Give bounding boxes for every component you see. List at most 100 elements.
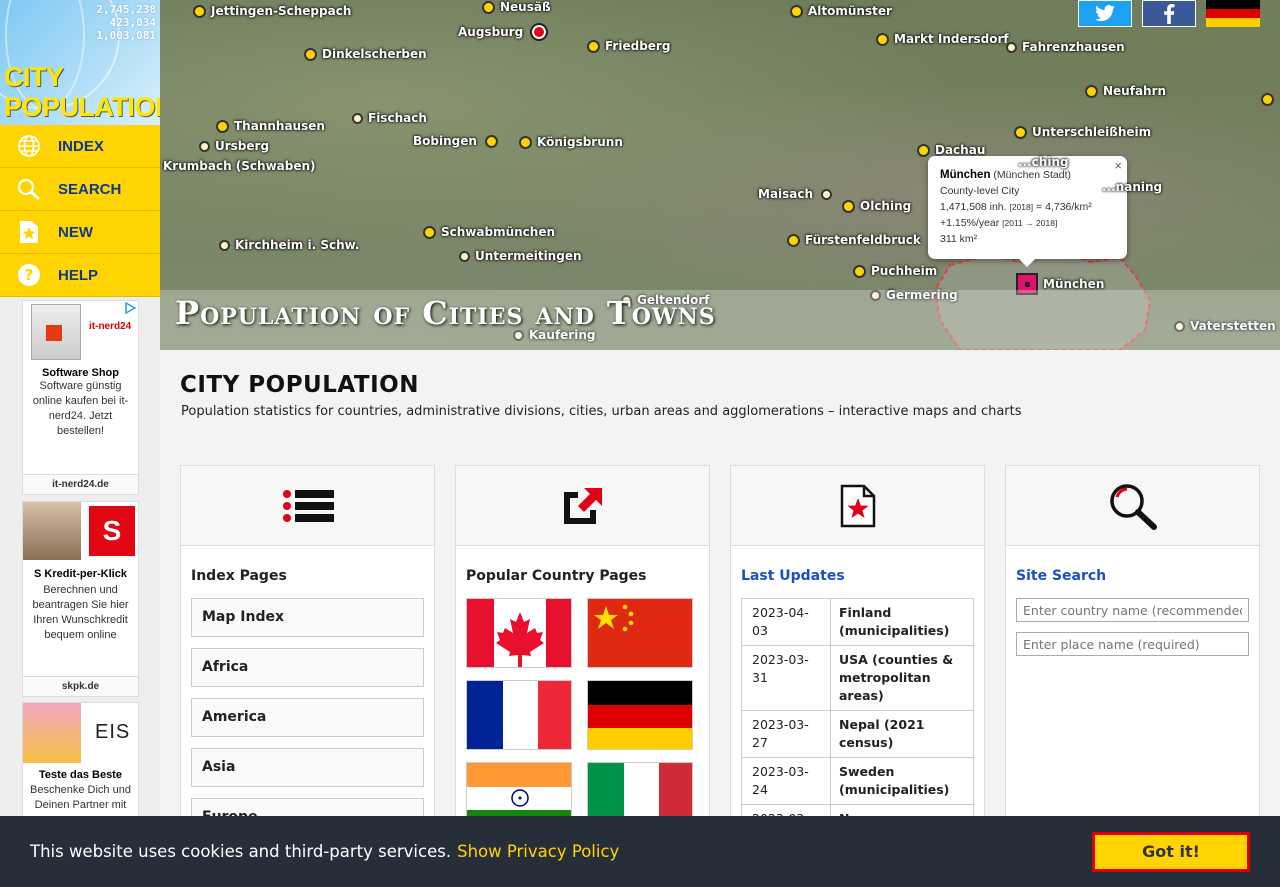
site-title: CITY POPULATION [180,372,419,398]
close-icon[interactable]: × [1114,158,1122,174]
index-link-america[interactable]: America [191,698,424,737]
map-place-marker[interactable]: Unterschleißheim [1014,125,1151,139]
logo-title-line2: POPULATION [4,92,160,122]
map-place-marker[interactable]: Puchheim [853,264,937,278]
city-marker-icon [530,23,549,41]
table-row[interactable]: 2023-03-27 Nepal (2021 census) [741,710,974,758]
map-place-marker[interactable]: Untermeitingen [459,249,582,263]
table-row[interactable]: 2023-03-24 Sweden (municipalities) [741,757,974,805]
map-place-label: München [1043,277,1105,291]
flag-germany[interactable] [587,680,693,750]
update-country[interactable]: Sweden (municipalities) [830,757,974,805]
flag-canada[interactable] [466,598,572,668]
map-place-label: Thannhausen [234,119,325,133]
logo-number: 2,745,238 [96,3,156,16]
map-place-marker[interactable]: Neufahrn [1085,84,1166,98]
map-place-marker[interactable]: Friedberg [587,39,670,53]
map-place-label: Schwabmünchen [441,225,555,239]
popup-density: = 4,736/km² [1036,201,1092,213]
map-place-marker[interactable]: Kirchheim i. Schw. [219,238,360,252]
map-place-marker[interactable]: Fischach [352,111,427,125]
ad-eis[interactable]: EIS Teste das Beste Beschenke Dich und D… [22,702,139,816]
map-place-label: Altomünster [808,4,892,18]
question-icon: ? [0,263,58,287]
nav-item-new[interactable]: NEW [0,211,160,254]
flag-china[interactable] [587,598,693,668]
map-place-label: Kirchheim i. Schw. [235,238,360,252]
popup-area: 311 km² [940,233,978,245]
map-place-marker[interactable]: Fürstenfeldbruck [787,233,921,247]
map-place-label: Ursberg [215,139,270,153]
map-place-label: Olching [860,199,912,213]
map-place-marker[interactable]: ...naning [1102,180,1162,194]
card-header[interactable] [731,466,984,546]
language-german-button[interactable] [1206,0,1260,27]
ad-kredit[interactable]: S S Kredit-per-Klick Berechnen und beant… [22,501,139,697]
index-link-map-index[interactable]: Map Index [191,598,424,637]
card-header[interactable] [181,466,434,546]
twitter-button[interactable] [1078,0,1132,27]
ad-software-shop[interactable]: it-nerd24 Software Shop Software günstig… [22,300,139,495]
ad-image: EIS [23,703,138,763]
place-dot-icon [790,4,803,18]
logo-number: 1,003,081 [96,29,156,42]
map-place-label: Maisach [758,187,814,201]
map-place-marker[interactable]: Fahrenzhausen [1006,40,1125,54]
facebook-button[interactable] [1142,0,1196,27]
index-link-asia[interactable]: Asia [191,748,424,787]
map-place-marker[interactable]: Olching [842,199,911,213]
flag-france[interactable] [466,680,572,750]
nav-item-label: NEW [58,223,93,241]
index-link-africa[interactable]: Africa [191,648,424,687]
map-place-label: Fischach [368,111,427,125]
nav-item-search[interactable]: SEARCH [0,168,160,211]
country-search-input[interactable] [1016,598,1249,622]
map-place-marker[interactable]: Krumbach (Schwaben) [163,159,316,173]
cookie-accept-button[interactable]: Got it! [1092,832,1250,872]
card-popular-countries: Popular Country Pages [455,465,710,845]
map-place-marker[interactable]: Königsbrunn [519,135,623,149]
nav-item-help[interactable]: ? HELP [0,254,160,297]
place-dot-icon [482,0,495,14]
map-place-marker[interactable]: Ursberg [199,139,269,153]
privacy-policy-link[interactable]: Show Privacy Policy [457,842,619,861]
map-place-marker[interactable]: Dachau [917,143,985,157]
place-dot-icon [219,239,230,251]
update-date: 2023-04-03 [741,598,831,646]
map-place-label: Krumbach (Schwaben) [163,159,316,173]
facebook-icon [1164,3,1175,24]
place-search-input[interactable] [1016,632,1249,656]
map-place-marker[interactable]: ...ching [1018,155,1069,169]
card-heading-link[interactable]: Last Updates [741,568,974,584]
map-place-marker[interactable]: Neusäß [482,0,551,14]
ad-text: Berechnen und beantragen Sie hier Ihren … [32,584,129,641]
ad-choices-icon[interactable] [124,301,137,315]
card-header[interactable] [1006,466,1259,546]
ad-domain: skpk.de [23,676,138,696]
map-place-marker[interactable]: Bobingen [413,134,503,148]
map-place-marker[interactable]: Maisach [758,187,837,201]
map-place-marker[interactable]: Markt Indersdorf [876,32,1009,46]
map-place-marker[interactable] [1261,93,1279,106]
nav-item-index[interactable]: INDEX [0,125,160,168]
card-heading-link[interactable]: Site Search [1016,568,1249,584]
place-dot-icon [787,233,800,247]
update-country[interactable]: Nepal (2021 census) [830,710,974,758]
map-place-marker[interactable]: Dinkelscherben [304,47,427,61]
map-place-marker[interactable]: Augsburg [458,23,553,41]
map-place-marker[interactable]: Jettingen-Scheppach [193,4,351,18]
update-date: 2023-03-24 [741,757,831,805]
table-row[interactable]: 2023-03-31 USA (counties & metropolitan a… [741,645,974,711]
place-dot-icon [1085,84,1098,98]
eis-logo: EIS [95,721,131,743]
update-country[interactable]: USA (counties & metropolitan areas) [830,645,974,711]
map-place-label: Untermeitingen [475,249,582,263]
site-logo[interactable]: 2,745,238 423,034 1,003,081 CITY POPULAT… [0,0,160,125]
map-place-marker[interactable]: Schwabmünchen [423,225,555,239]
update-country[interactable]: Finland (municipalities) [830,598,974,646]
map-place-marker[interactable]: Thannhausen [216,119,325,133]
table-row[interactable]: 2023-04-03 Finland (municipalities) [741,598,974,646]
map-place-label: ...naning [1102,180,1163,194]
map-place-marker[interactable]: Altomünster [790,4,892,18]
card-header[interactable] [456,466,709,546]
